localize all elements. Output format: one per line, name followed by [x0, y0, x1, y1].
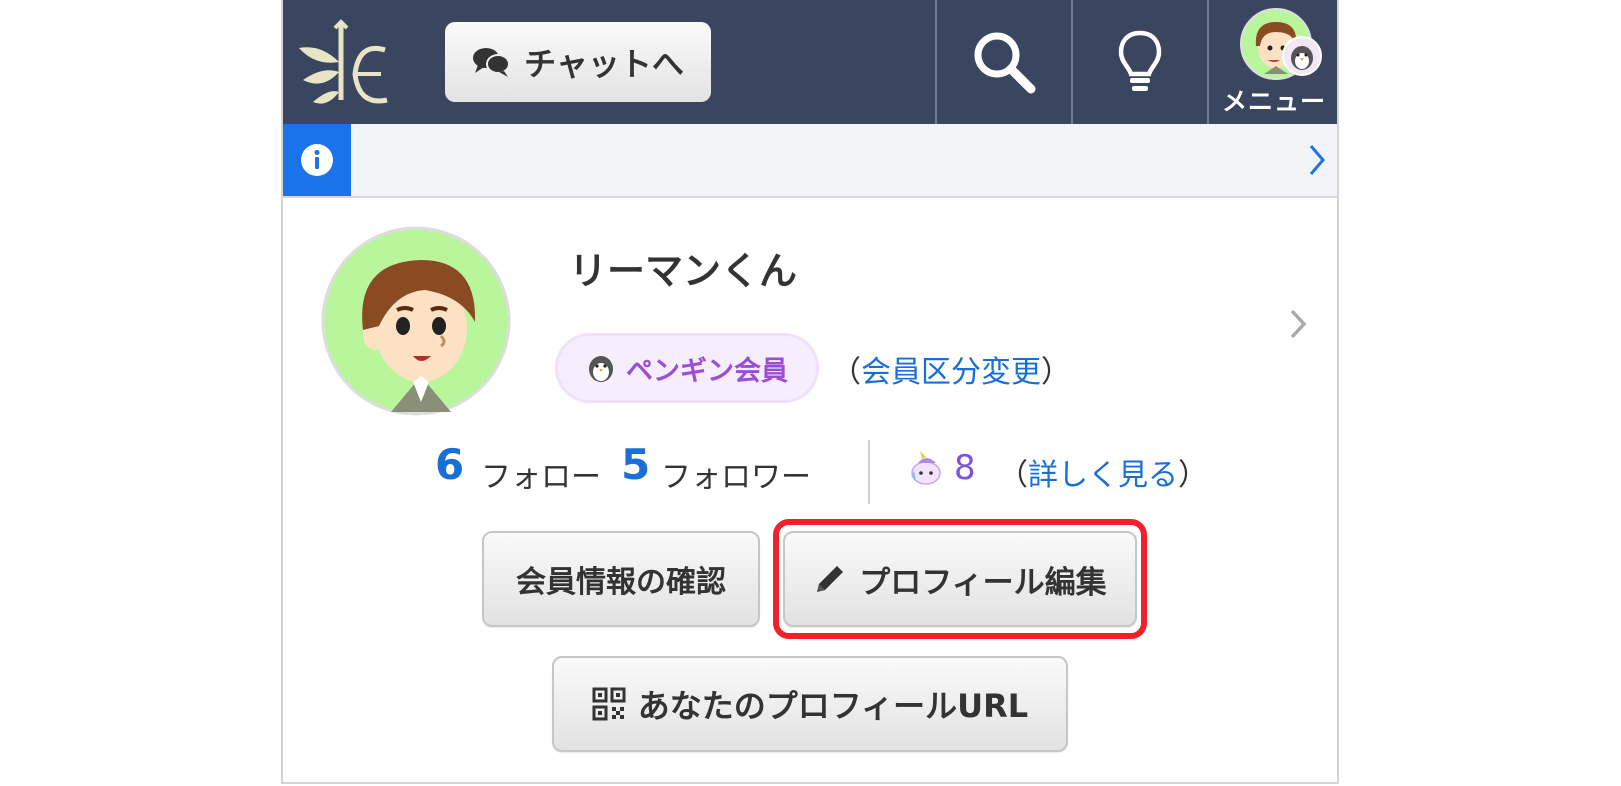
menu-avatars: [1226, 6, 1322, 80]
membership-label: ペンギン会員: [626, 355, 788, 387]
hint-button[interactable]: [1071, 0, 1207, 124]
chat-button-label: チャットへ: [524, 45, 684, 83]
profile-avatar[interactable]: [321, 226, 511, 416]
confirm-member-info-label: 会員情報の確認: [516, 565, 726, 600]
chat-bubbles-icon: [473, 48, 511, 77]
unicorn-icon: [911, 451, 941, 485]
follower-count[interactable]: 5: [621, 440, 650, 489]
stats-row: 6 フォロー 5 フォロワー 8 （詳しく見る）: [283, 440, 1337, 504]
menu-button[interactable]: メニュー: [1207, 0, 1339, 124]
confirm-member-info-button[interactable]: 会員情報の確認: [482, 531, 760, 627]
paren-close: ）: [1041, 355, 1071, 390]
info-tab: [283, 124, 351, 196]
change-membership-link[interactable]: 会員区分変更: [861, 355, 1041, 390]
paren-open: （: [831, 355, 861, 390]
edit-profile-label: プロフィール編集: [859, 564, 1107, 601]
pencil-icon: [817, 566, 844, 592]
follow-count[interactable]: 6: [435, 440, 464, 489]
lightbulb-icon: [1118, 30, 1162, 91]
bamboo-logo[interactable]: [295, 14, 395, 110]
follower-label[interactable]: フォロワー: [661, 452, 811, 496]
info-icon: [301, 144, 333, 176]
edit-profile-button[interactable]: プロフィール編集: [783, 531, 1137, 627]
paren-close: ）: [1178, 458, 1208, 493]
chevron-right-icon: [1309, 145, 1325, 175]
penguin-icon: [1282, 36, 1322, 76]
membership-change: （会員区分変更）: [831, 347, 1071, 391]
search-icon: [974, 32, 1036, 94]
details-link[interactable]: 詳しく見る: [1028, 458, 1178, 493]
profile-url-button[interactable]: あなたのプロフィールURL: [552, 656, 1068, 752]
username: リーマンくん: [569, 249, 798, 293]
stats-divider: [868, 440, 870, 504]
search-button[interactable]: [935, 0, 1071, 124]
profile-panel: チャットへ メニュー リーマンくん ペンギン会員 （会員区分変更） 6 フォロー…: [281, 0, 1339, 784]
chat-button[interactable]: チャットへ: [445, 22, 711, 102]
menu-label: メニュー: [1221, 87, 1326, 116]
unicorn-count: 8: [954, 448, 976, 488]
qr-code-icon: [592, 687, 626, 721]
membership-badge: ペンギン会員: [555, 333, 819, 403]
info-banner[interactable]: [283, 124, 1337, 198]
follow-label[interactable]: フォロー: [481, 452, 601, 496]
penguin-icon: [589, 356, 613, 382]
paren-open: （: [998, 458, 1028, 493]
details-wrap: （詳しく見る）: [998, 450, 1208, 494]
unicorn-count-wrap: 8: [908, 448, 976, 488]
top-header: チャットへ メニュー: [283, 0, 1337, 124]
chevron-right-icon[interactable]: [1288, 307, 1310, 341]
profile-url-label: あなたのプロフィールURL: [637, 687, 1029, 725]
